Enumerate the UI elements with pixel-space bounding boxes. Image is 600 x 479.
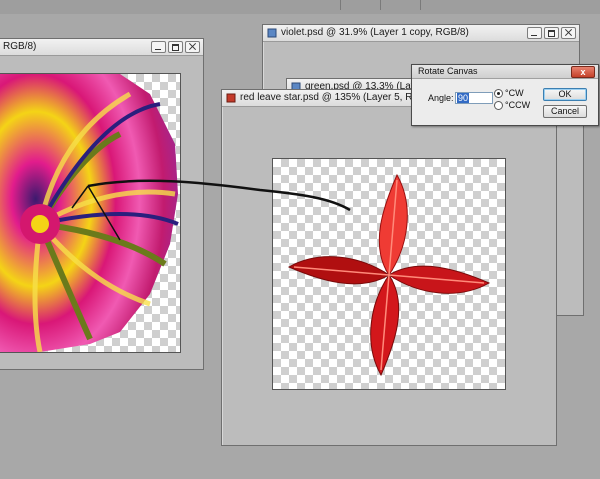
ok-button[interactable]: OK (543, 88, 587, 101)
cw-radio[interactable] (494, 89, 503, 98)
rotate-canvas-dialog: Rotate Canvas x Angle: 90 °CW °CCW OK Ca… (411, 64, 599, 126)
angle-label: Angle: (428, 93, 454, 103)
cw-label: °CW (505, 88, 524, 98)
dialog-close-button[interactable]: x (571, 66, 595, 78)
angle-value: 90 (457, 93, 470, 103)
ccw-label: °CCW (505, 100, 531, 110)
cancel-button[interactable]: Cancel (543, 105, 587, 118)
dialog-titlebar[interactable]: Rotate Canvas x (412, 65, 598, 79)
angle-input[interactable]: 90 (455, 92, 493, 104)
dialog-title: Rotate Canvas (418, 66, 478, 76)
ccw-radio[interactable] (494, 101, 503, 110)
